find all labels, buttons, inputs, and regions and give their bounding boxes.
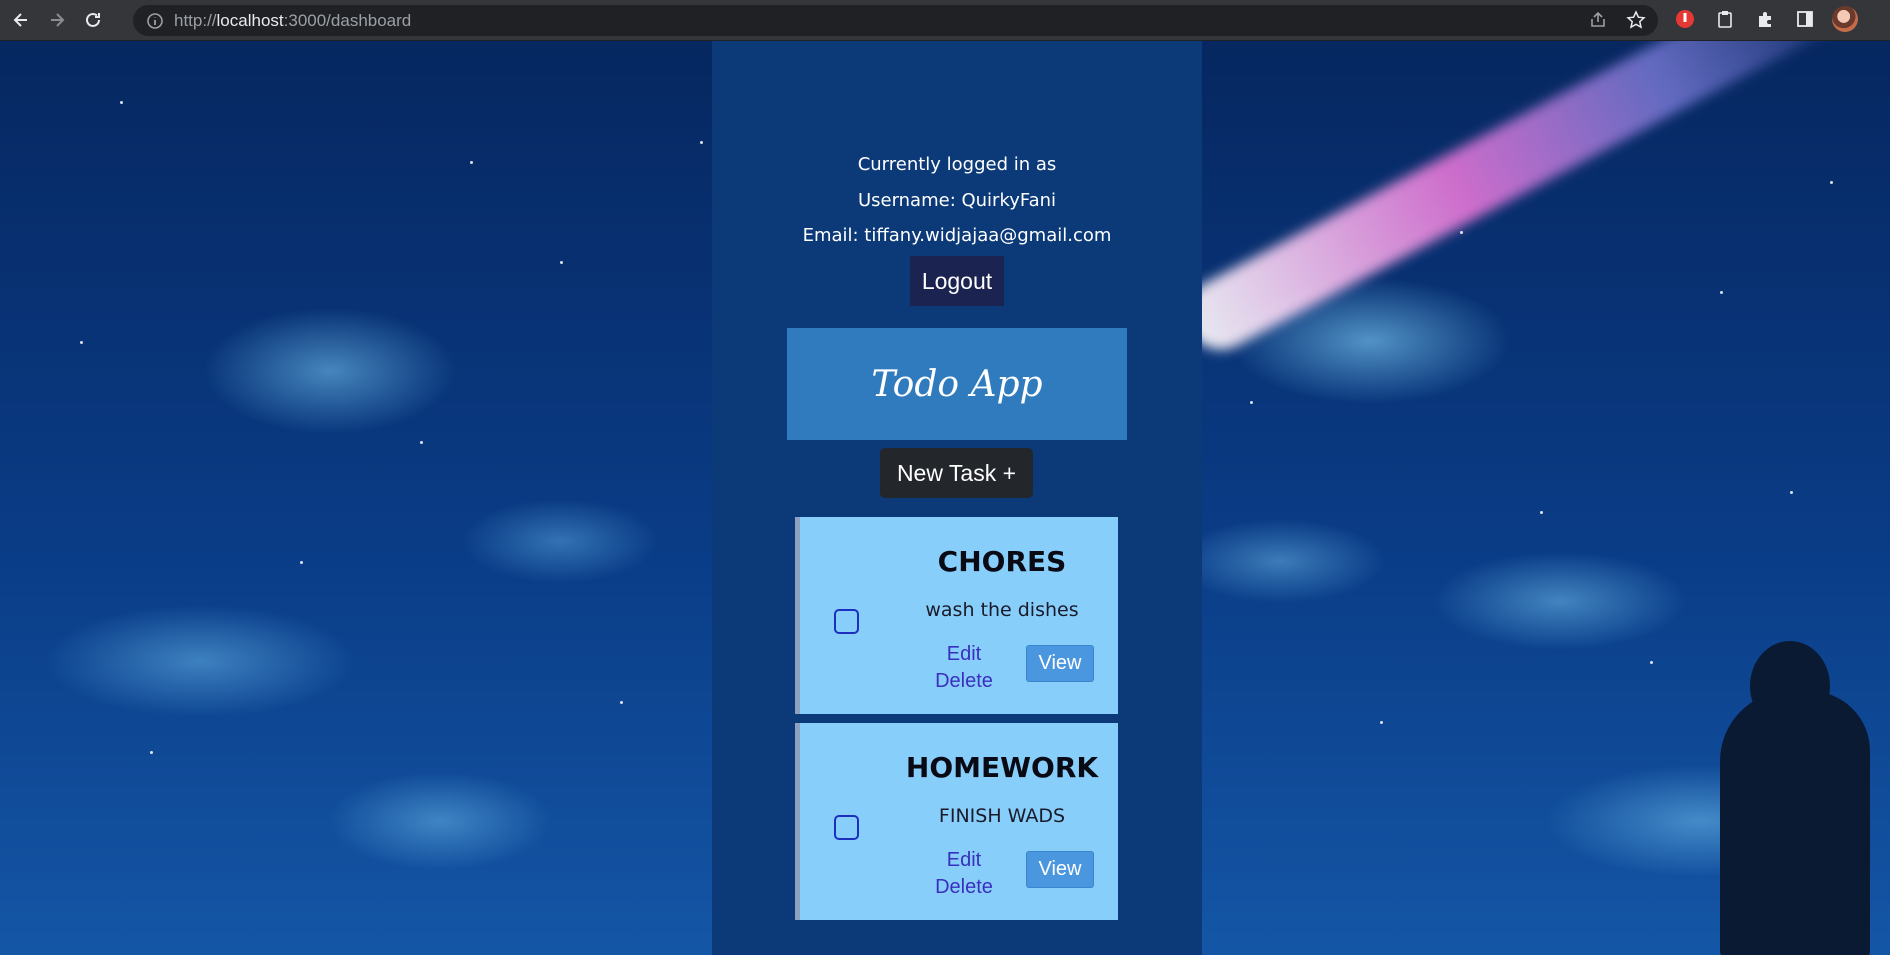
url-text[interactable]: http://localhost:3000/dashboard [174,11,411,31]
delete-link[interactable]: Delete [924,670,1004,693]
bookmark-star-icon[interactable] [1626,10,1646,30]
email-text: Email: tiffany.widjajaa@gmail.com [802,225,1112,246]
share-icon[interactable] [1588,10,1608,30]
reload-button[interactable] [78,5,108,35]
edit-link[interactable]: Edit [924,643,1004,666]
view-button[interactable]: View [1026,645,1094,682]
task-checkbox[interactable] [834,815,859,840]
arrow-right-icon [51,13,65,27]
app-title: Todo App [871,363,1043,405]
side-panel-icon[interactable] [1792,6,1818,32]
reload-icon [86,12,100,27]
extensions-puzzle-icon[interactable] [1752,6,1778,32]
back-button[interactable] [6,5,36,35]
view-button[interactable]: View [1026,851,1094,888]
url-path: :3000/dashboard [283,10,412,30]
arrow-left-icon [13,13,27,27]
user-info: Currently logged in as Username: QuirkyF… [712,147,1202,254]
login-status: Currently logged in as [857,154,1057,175]
logout-button[interactable]: Logout [910,256,1004,306]
task-title: HOMEWORK [905,751,1099,784]
app-header: Todo App [787,328,1127,440]
task-title: CHORES [937,545,1067,578]
girl-silhouette [1720,641,1870,955]
profile-avatar[interactable] [1832,6,1858,32]
task-card: CHORES wash the dishes Edit Delete View [795,517,1118,714]
forward-button[interactable] [42,5,72,35]
new-task-button[interactable]: New Task + [880,448,1033,498]
username-text: Username: QuirkyFani [857,189,1057,211]
address-bar[interactable]: http://localhost:3000/dashboard [133,5,1658,36]
url-host: localhost [216,10,284,30]
task-card: HOMEWORK FINISH WADS Edit Delete View [795,723,1118,920]
task-checkbox[interactable] [834,609,859,634]
clipboard-icon[interactable] [1712,6,1738,32]
url-scheme: http:// [174,10,217,30]
delete-link[interactable]: Delete [924,876,1004,899]
browser-toolbar: http://localhost:3000/dashboard [0,0,1890,41]
task-description: FINISH WADS [938,805,1066,827]
task-description: wash the dishes [925,599,1079,621]
comet-streak [1173,41,1878,362]
dashboard-panel: Currently logged in as Username: QuirkyF… [712,41,1202,955]
edit-link[interactable]: Edit [924,849,1004,872]
page-background: Currently logged in as Username: QuirkyF… [0,41,1890,955]
info-icon[interactable] [146,12,164,30]
extension-red-icon[interactable] [1672,6,1698,32]
